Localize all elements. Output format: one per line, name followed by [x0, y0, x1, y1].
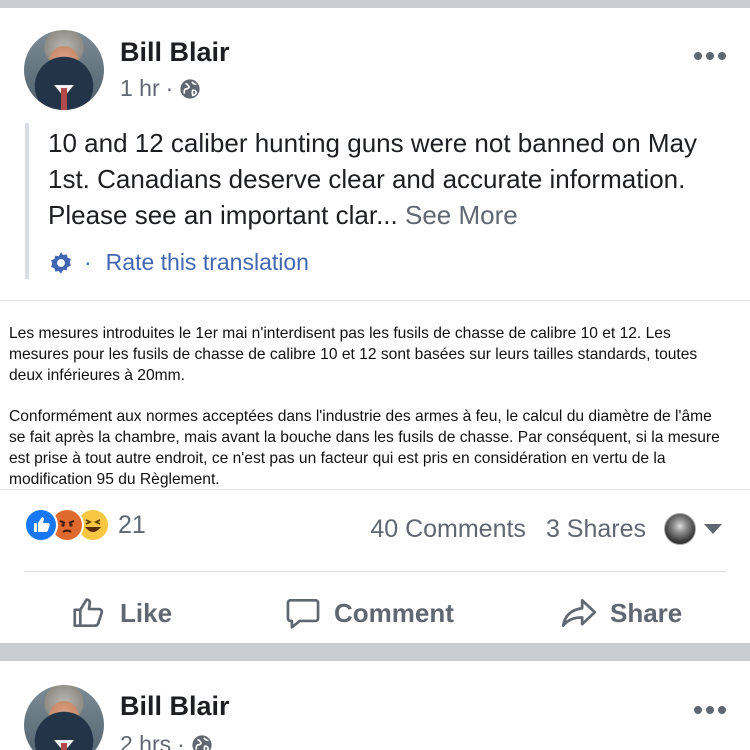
shared-document-image[interactable]: Les mesures introduites le 1er mai n'int…	[0, 300, 750, 490]
feed-separator	[0, 0, 750, 8]
comments-count[interactable]: 40 Comments	[370, 515, 526, 544]
share-arrow-icon	[561, 598, 597, 628]
comment-icon	[286, 598, 320, 629]
comment-label: Comment	[334, 597, 454, 628]
author-name[interactable]: Bill Blair	[120, 691, 230, 722]
viewer-avatar[interactable]	[664, 513, 696, 545]
like-button[interactable]: Like	[70, 588, 172, 638]
more-options-icon[interactable]	[694, 705, 726, 715]
comment-button[interactable]: Comment	[284, 588, 454, 638]
post-actions: Like Comment Share	[0, 588, 750, 638]
globe-icon	[192, 734, 212, 750]
globe-icon	[180, 78, 200, 99]
divider	[24, 571, 726, 572]
see-more-link[interactable]: See More	[405, 200, 518, 230]
more-options-icon[interactable]	[694, 51, 726, 61]
share-label: Share	[610, 597, 683, 628]
translation-row: · Rate this translation	[48, 249, 309, 276]
translation-quote-bar	[25, 123, 29, 279]
feed-post: Bill Blair 1 hr · 10 and 12 caliber hunt…	[0, 8, 750, 643]
author-avatar[interactable]	[24, 685, 104, 750]
feed-post: Bill Blair 2 hrs ·	[0, 661, 750, 750]
like-label: Like	[120, 597, 173, 628]
post-meta: 1 hr ·	[120, 75, 201, 102]
author-name[interactable]: Bill Blair	[120, 37, 230, 68]
author-avatar[interactable]	[24, 30, 104, 110]
post-timestamp[interactable]: 2 hrs	[120, 731, 171, 750]
document-paragraph-2: Conformément aux normes acceptées dans l…	[9, 408, 720, 488]
reactions-summary[interactable]: 21	[24, 508, 146, 542]
rate-translation-link[interactable]: Rate this translation	[106, 249, 309, 276]
meta-dot: ·	[165, 75, 174, 101]
translation-dot: ·	[84, 249, 92, 275]
engagement-stats: 40 Comments 3 Shares	[370, 513, 722, 545]
post-timestamp[interactable]: 1 hr	[120, 75, 160, 102]
post-text-body: 10 and 12 caliber hunting guns were not …	[48, 128, 698, 230]
meta-dot: ·	[177, 731, 185, 750]
like-reaction-icon	[24, 508, 58, 542]
thumbs-up-icon	[73, 598, 104, 628]
reaction-count: 21	[118, 510, 146, 539]
post-text: 10 and 12 caliber hunting guns were not …	[48, 125, 738, 233]
shares-count[interactable]: 3 Shares	[546, 515, 646, 544]
post-meta: 2 hrs ·	[120, 731, 213, 750]
chevron-down-icon[interactable]	[704, 524, 722, 534]
gear-icon[interactable]	[48, 250, 74, 276]
document-paragraph-1: Les mesures introduites le 1er mai n'int…	[9, 325, 698, 384]
share-button[interactable]: Share	[560, 588, 682, 638]
feed-separator	[0, 643, 750, 661]
